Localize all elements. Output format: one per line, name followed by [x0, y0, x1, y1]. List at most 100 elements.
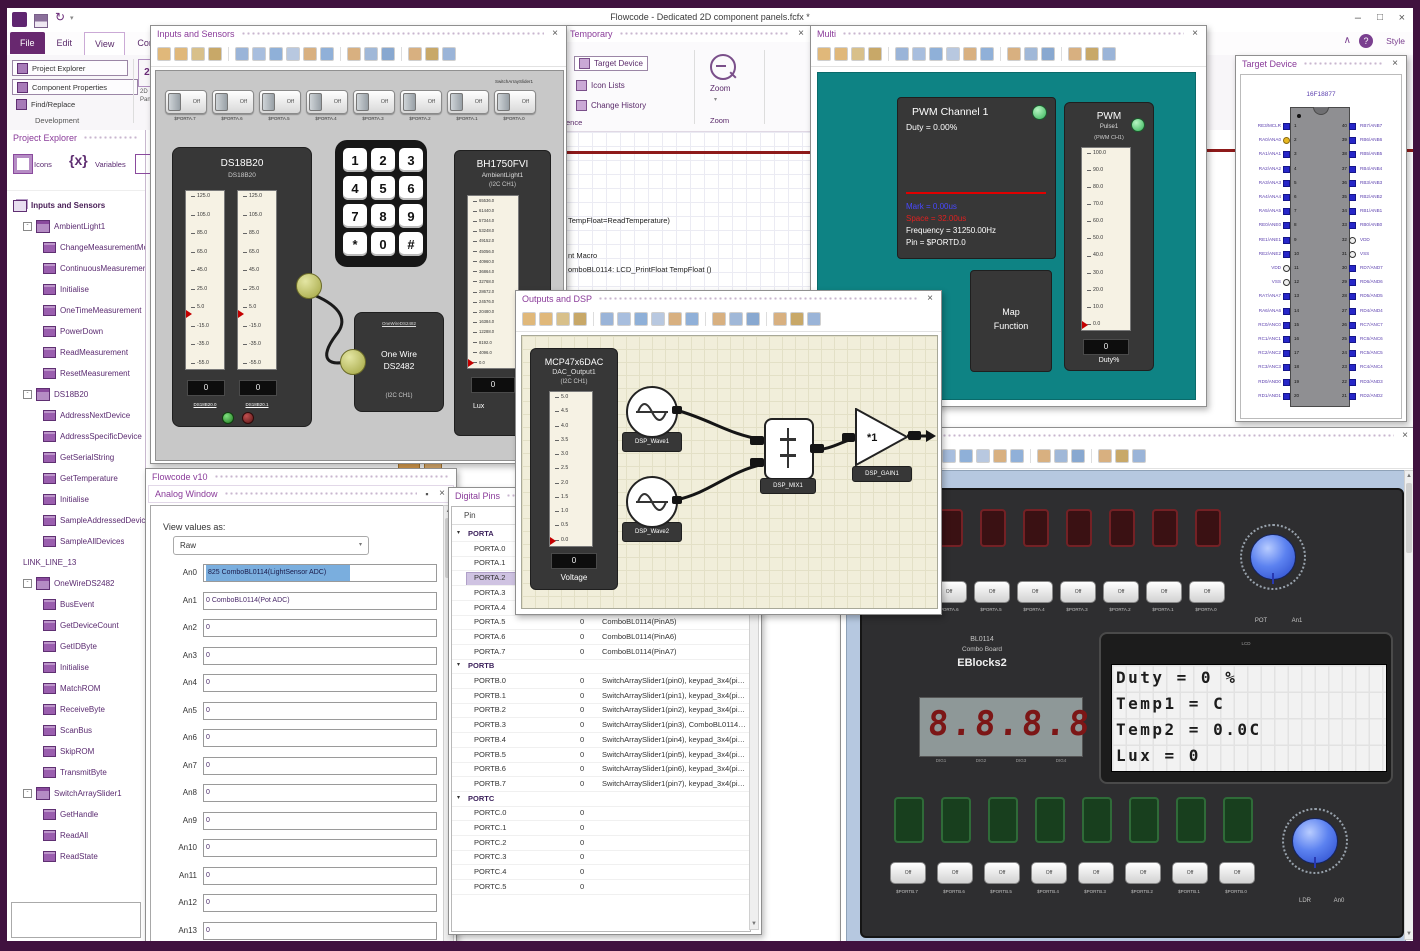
- tree-item-initialise[interactable]: Initialise: [11, 657, 145, 678]
- close-icon[interactable]: ×: [550, 29, 560, 39]
- expand-icon[interactable]: -: [23, 789, 32, 798]
- switch-$PORTA.2[interactable]: Off: [400, 90, 442, 114]
- tree-item-skiprom[interactable]: SkipROM: [11, 741, 145, 762]
- board-button-$PORTB.3[interactable]: Off: [1078, 862, 1114, 884]
- pin-square[interactable]: [1283, 392, 1290, 400]
- tree-item-busevent[interactable]: BusEvent: [11, 594, 145, 615]
- toolbar-icon[interactable]: [668, 312, 682, 326]
- find-replace-button[interactable]: Find/Replace: [12, 98, 110, 111]
- tree-item-switcharrayslider1[interactable]: - SwitchArraySlider1: [11, 783, 145, 804]
- digital-pin-PORTB.0[interactable]: PORTB.0: [474, 676, 506, 685]
- tree-item-link_line_13[interactable]: LINK_LINE_13: [11, 552, 145, 573]
- toolbar-icon[interactable]: [634, 312, 648, 326]
- pin-square[interactable]: [1283, 307, 1290, 315]
- tree-item-initialise[interactable]: Initialise: [11, 279, 145, 300]
- board-button-$PORTB.2[interactable]: Off: [1125, 862, 1161, 884]
- view-values-dropdown[interactable]: Raw ▾: [173, 536, 369, 555]
- toolbar-icon[interactable]: [946, 47, 960, 61]
- close-icon[interactable]: ×: [437, 489, 447, 499]
- target-device-ribbon-button[interactable]: Target Device: [574, 56, 648, 71]
- toolbar-icon[interactable]: [235, 47, 249, 61]
- analog-row-field[interactable]: 0: [203, 729, 437, 747]
- keypad-key-#[interactable]: #: [399, 232, 423, 256]
- toolbar-icon[interactable]: [963, 47, 977, 61]
- close-icon[interactable]: ×: [1400, 431, 1410, 441]
- flowv10-titlebar[interactable]: Flowcode v10: [146, 469, 456, 485]
- toolbar-icon[interactable]: [303, 47, 317, 61]
- toolbar-icon[interactable]: [790, 312, 804, 326]
- toolbar-icon[interactable]: [522, 312, 536, 326]
- analog-row-field[interactable]: 0: [203, 921, 437, 940]
- pin-square[interactable]: [1283, 265, 1290, 272]
- analog-row-field[interactable]: 0: [203, 839, 437, 857]
- tree-item-ambientlight1[interactable]: - AmbientLight1: [11, 216, 145, 237]
- pin-square[interactable]: [1349, 307, 1356, 315]
- pot-knob[interactable]: [1250, 534, 1296, 584]
- pin-square[interactable]: [1349, 165, 1356, 173]
- digital-pin-PORTC.1[interactable]: PORTC.1: [474, 823, 506, 832]
- outputs-titlebar[interactable]: Outputs and DSP ×: [516, 291, 941, 307]
- inputs-2d-panel[interactable]: Off $PORTA.7 Off $PORTA.6 Off $PORTA.5 Off $POR…: [155, 70, 564, 461]
- digital-pin-PORTB.3[interactable]: PORTB.3: [474, 720, 506, 729]
- onewire-node-icon[interactable]: [296, 273, 322, 299]
- digital-pin-PORTB.4[interactable]: PORTB.4: [474, 735, 506, 744]
- analog-row-field[interactable]: 0: [203, 701, 437, 720]
- pin-square[interactable]: [1283, 378, 1290, 386]
- scroll-down-icon[interactable]: ▼: [750, 919, 758, 929]
- tree-item-onetimemeasurement[interactable]: OneTimeMeasurement: [11, 300, 145, 321]
- pin-square[interactable]: [1283, 293, 1290, 301]
- toolbar-icon[interactable]: [1007, 47, 1021, 61]
- toolbar-icon[interactable]: [942, 449, 956, 463]
- maximize-button[interactable]: □: [1377, 12, 1383, 23]
- close-icon[interactable]: ×: [925, 294, 935, 304]
- board-button-$PORTB.5[interactable]: Off: [984, 862, 1020, 884]
- toolbar-icon[interactable]: [1010, 449, 1024, 463]
- analog-row-field[interactable]: 0 ComboBL0114(Pot ADC): [203, 591, 437, 610]
- close-icon[interactable]: ×: [1190, 29, 1200, 39]
- pin-square[interactable]: [1283, 165, 1290, 173]
- board-button-$PORTA.0[interactable]: Off: [1189, 581, 1225, 603]
- tree-item-receivebyte[interactable]: ReceiveByte: [11, 699, 145, 720]
- toolbar-icon[interactable]: [712, 312, 726, 326]
- keypad-key-0[interactable]: 0: [371, 232, 395, 256]
- toolbar-icon[interactable]: [286, 47, 300, 61]
- analog-row-field[interactable]: 0: [203, 866, 437, 885]
- target-device-canvas[interactable]: 16F18877 1 RE3/MCLR 2 RA0/ANA0 3 RA1/ANA1 4 RA2…: [1240, 74, 1402, 419]
- toolbar-icon[interactable]: [817, 47, 831, 61]
- zoom-tool-label[interactable]: Zoom: [710, 84, 730, 93]
- pin-square[interactable]: [1349, 378, 1356, 386]
- tree-item-readall[interactable]: ReadAll: [11, 825, 145, 846]
- toolbar-icon[interactable]: [157, 47, 171, 61]
- tree-item-continuousmeasurement[interactable]: ContinuousMeasurement: [11, 258, 145, 279]
- digital-pin-PORTC.4[interactable]: PORTC.4: [474, 867, 506, 876]
- grid-icon[interactable]: [13, 154, 33, 174]
- pin-square[interactable]: [1349, 336, 1356, 343]
- toolbar-icon[interactable]: [929, 47, 943, 61]
- digital-pin-PORTA.3[interactable]: PORTA.3: [474, 588, 505, 597]
- tree-item-scanbus[interactable]: ScanBus: [11, 720, 145, 741]
- toolbar-icon[interactable]: [773, 312, 787, 326]
- tree-item-addressnextdevice[interactable]: AddressNextDevice: [11, 405, 145, 426]
- project-explorer-titlebar[interactable]: Project Explorer: [7, 130, 145, 146]
- tree-item-getdevicecount[interactable]: GetDeviceCount: [11, 615, 145, 636]
- panel-icon[interactable]: [135, 154, 151, 174]
- toolbar-icon[interactable]: [539, 312, 553, 326]
- toolbar-icon[interactable]: [191, 47, 205, 61]
- temporary-titlebar[interactable]: Temporary ×: [564, 26, 812, 42]
- expand-icon[interactable]: -: [23, 579, 32, 588]
- tree-item-gethandle[interactable]: GetHandle: [11, 804, 145, 825]
- tree-item-getserialstring[interactable]: GetSerialString: [11, 447, 145, 468]
- tree-item-getidbyte[interactable]: GetIDByte: [11, 636, 145, 657]
- toolbar-icon[interactable]: [556, 312, 570, 326]
- ribbon-collapse-icon[interactable]: ∧: [1344, 35, 1351, 46]
- tree-item-inputs and sensors[interactable]: Inputs and Sensors: [11, 195, 145, 216]
- analog-row-field[interactable]: 0: [203, 674, 437, 692]
- board-button-$PORTA.4[interactable]: Off: [1017, 581, 1053, 603]
- component-properties-button[interactable]: Component Properties: [12, 79, 138, 95]
- tree-item-onewireds2482[interactable]: - OneWireDS2482: [11, 573, 145, 594]
- board-button-$PORTA.2[interactable]: Off: [1103, 581, 1139, 603]
- expand-icon[interactable]: -: [23, 390, 32, 399]
- dsp-gain-component[interactable]: *1: [855, 408, 909, 466]
- toolbar-icon[interactable]: [1098, 449, 1112, 463]
- toolbar-icon[interactable]: [174, 47, 188, 61]
